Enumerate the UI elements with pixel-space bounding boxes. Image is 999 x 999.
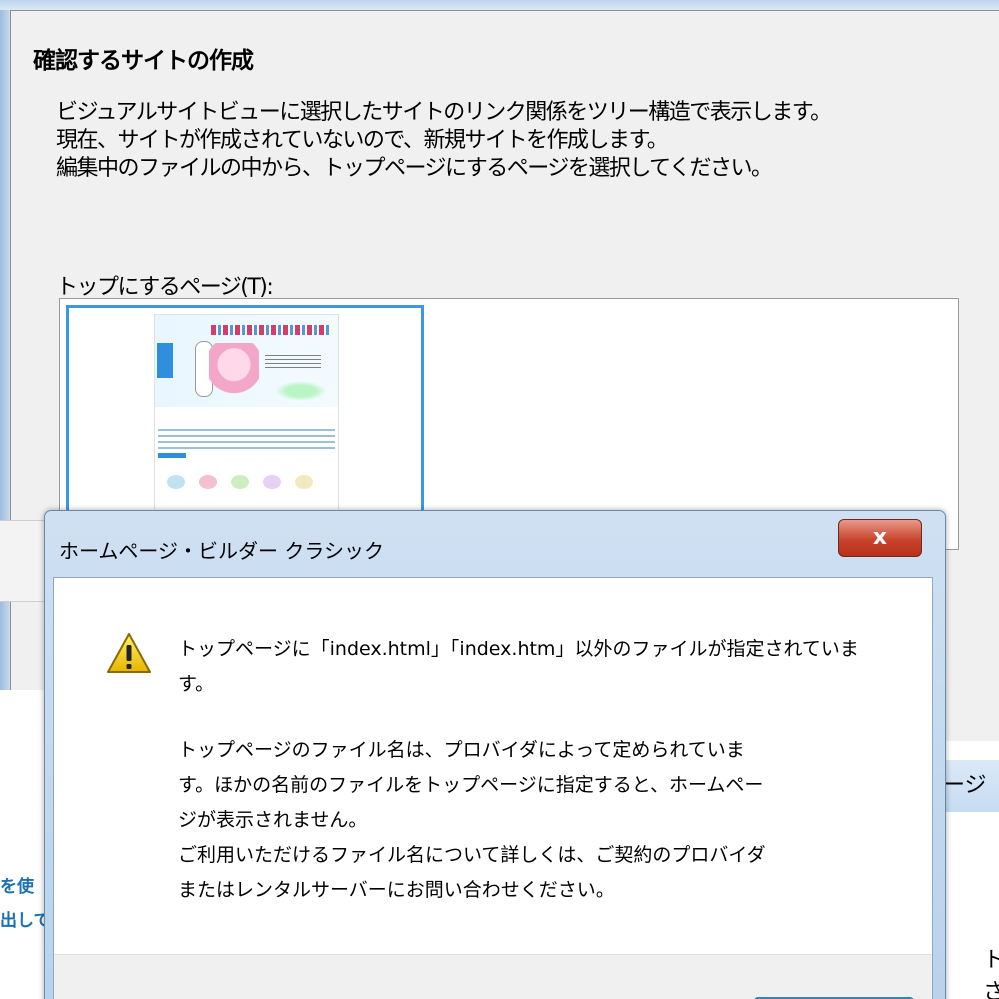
message-paragraph: トップページのファイル名は、プロバイダによって定められていま す。ほかの名前のフ… xyxy=(178,733,868,908)
message-line: ご利用いただけるファイル名について詳しくは、ご契約のプロバイダ xyxy=(178,844,766,866)
left-window-link[interactable]: 出して xyxy=(0,906,50,931)
description-line: 現在、サイトが作成されていないので、新規サイトを作成します。 xyxy=(56,128,669,153)
warning-icon xyxy=(107,633,151,673)
dialog-description: ビジュアルサイトビューに選択したサイトのリンク関係をツリー構造で表示します。 現… xyxy=(56,99,832,183)
left-window-link[interactable]: を使 xyxy=(0,872,50,897)
close-button[interactable]: x xyxy=(838,519,922,557)
page-thumbnail-item-selected[interactable] xyxy=(66,305,424,541)
close-icon: x xyxy=(872,525,888,550)
warning-dialog: ホームページ・ビルダー クラシック x トップページに「index.html」「… xyxy=(44,510,946,999)
description-line: ビジュアルサイトビューに選択したサイトのリンク関係をツリー構造で表示します。 xyxy=(56,100,832,125)
description-line: 編集中のファイルの中から、トップページにするページを選択してください。 xyxy=(56,156,773,181)
window-top-strip xyxy=(0,0,999,10)
message-line: トップページのファイル名は、プロバイダによって定められていま xyxy=(178,739,745,761)
message-paragraph: トップページに「index.html」「index.htm」以外のファイルが指定… xyxy=(178,638,859,695)
dialog-message: トップページに「index.html」「index.htm」以外のファイルが指定… xyxy=(178,632,868,908)
message-line: す。ほかの名前のファイルをトップページに指定すると、ホームペー xyxy=(178,774,764,796)
dialog-heading: 確認するサイトの作成 xyxy=(33,48,254,74)
right-window-text: さ xyxy=(983,980,999,999)
dialog-body: トップページに「index.html」「index.htm」以外のファイルが指定… xyxy=(53,577,933,999)
message-line: ジが表示されません。 xyxy=(178,809,368,831)
dialog-title: ホームページ・ビルダー クラシック xyxy=(59,539,384,563)
page-thumbnail-image xyxy=(154,314,339,536)
message-line: またはレンタルサーバーにお問い合わせください。 xyxy=(178,879,615,901)
toppage-label: トップにするページ(T): xyxy=(56,275,274,300)
dialog-footer xyxy=(54,954,932,999)
screen: 確認するサイトの作成 ビジュアルサイトビューに選択したサイトのリンク関係をツリー… xyxy=(0,0,999,999)
right-window-text: ト xyxy=(983,948,999,973)
